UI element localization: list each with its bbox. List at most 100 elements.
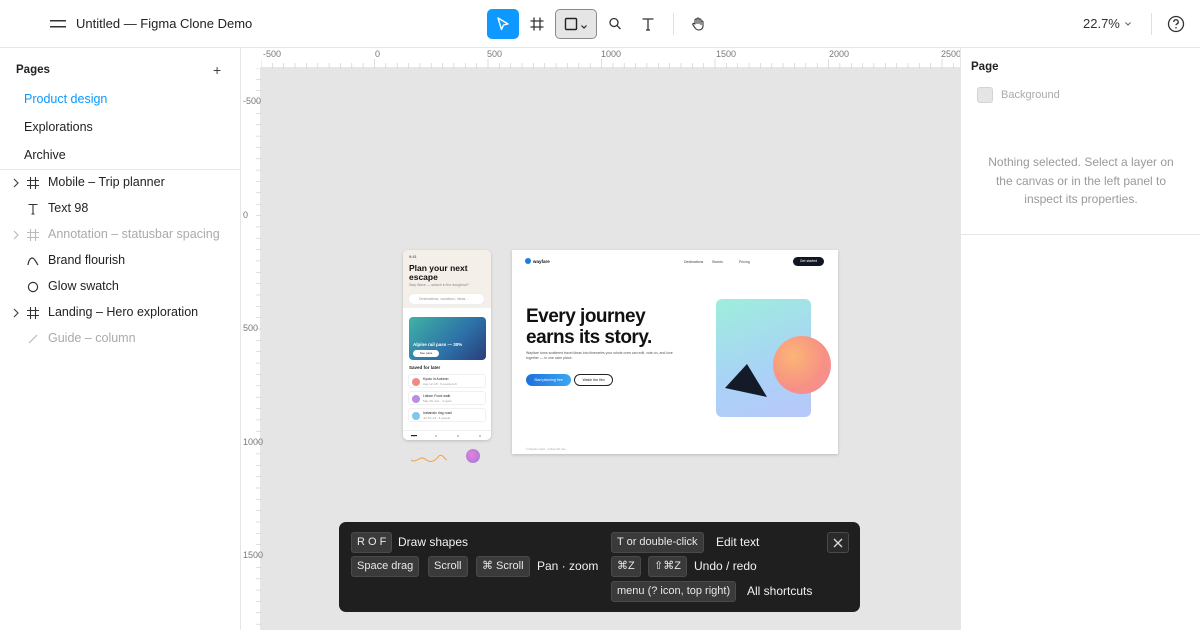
shortcut-label: Edit text (716, 535, 760, 549)
layer-name: Landing – Hero exploration (48, 305, 199, 319)
toolbar-divider (673, 13, 674, 35)
layer-name: Glow swatch (48, 279, 119, 293)
nav-link: Destinations (684, 260, 704, 264)
frame-tool-button[interactable] (521, 9, 553, 39)
rectangle-icon (564, 17, 578, 31)
inspector-panel: Page Background Nothing selected. Select… (960, 48, 1200, 630)
page-item-archive[interactable]: Archive (24, 148, 66, 162)
ruler-label: 500 (243, 323, 259, 333)
row-thumbnail (412, 395, 420, 403)
layer-row[interactable]: Landing – Hero exploration (0, 300, 240, 326)
text-tool-button[interactable] (632, 9, 664, 39)
ellipse-icon (27, 281, 39, 293)
shortcut-label: Pan · zoom (537, 559, 599, 573)
chevron-down-icon (1124, 21, 1131, 26)
kbd-redo: ⇧⌘Z (648, 556, 687, 577)
headline-line: Every journey (526, 306, 646, 327)
row-title: Icelandic ring road (423, 411, 452, 415)
hand-tool-button[interactable] (682, 9, 714, 39)
toolbar-divider (1151, 13, 1152, 35)
layer-row[interactable]: Annotation – statusbar spacing (0, 222, 240, 248)
ruler-label: 500 (487, 49, 503, 59)
ruler-left: -500 0 500 1000 1500 (241, 68, 263, 630)
cursor-arrow-icon (497, 17, 509, 31)
hero-art-triangle (725, 364, 767, 397)
ruler-top: -500 0 500 1000 1500 2000 2500 (261, 48, 960, 68)
shortcut-label: Draw shapes (398, 535, 469, 549)
ruler-corner (241, 48, 261, 68)
shortcut-label: All shortcuts (747, 584, 813, 598)
annotation-label: · · · · · · · · (412, 446, 426, 450)
page-item-product-design[interactable]: Product design (24, 92, 107, 106)
logo-mark (525, 258, 531, 264)
frame-hash-icon (530, 17, 544, 31)
frame-icon (27, 177, 39, 189)
layer-row[interactable]: Mobile – Trip planner (0, 170, 240, 196)
chevron-right-icon[interactable] (11, 229, 21, 241)
hero-art-circle (773, 336, 831, 394)
start-planning-button: Start planning free (526, 374, 571, 386)
layer-name: Guide – column (48, 331, 136, 345)
background-color-swatch[interactable] (977, 87, 993, 103)
ruler-label: 0 (375, 49, 381, 59)
landing-hero-frame[interactable]: wayfare Destinations Stories Pricing Get… (512, 250, 838, 454)
kbd-menu: menu (? icon, top right) (611, 581, 737, 602)
hero-headline: Every journey earns its story. (526, 306, 686, 348)
hand-icon (692, 17, 704, 31)
zoom-level: 22.7% (1083, 16, 1120, 31)
mobile-trip-planner-frame[interactable]: 9:41 Plan your next escape Stay Wave — s… (403, 250, 491, 440)
add-page-button[interactable]: + (213, 62, 221, 78)
hamburger-menu-icon[interactable] (48, 14, 68, 34)
chevron-right-icon[interactable] (11, 307, 21, 319)
top-toolbar: Untitled — Figma Clone Demo 22.7% (0, 0, 1200, 48)
pen-icon (609, 17, 621, 30)
path-icon (27, 257, 39, 266)
document-title[interactable]: Untitled — Figma Clone Demo (76, 16, 252, 31)
row-thumbnail (412, 378, 420, 386)
hero-body: Wayfare turns scattered travel ideas int… (526, 351, 673, 360)
layer-row[interactable]: Brand flourish (0, 248, 240, 274)
chevron-right-icon[interactable] (11, 177, 21, 189)
layer-name: Mobile – Trip planner (48, 175, 165, 189)
shape-tool-button[interactable] (555, 9, 597, 39)
watch-film-button: Watch the film (574, 374, 613, 386)
status-bar-time: 9:41 (409, 254, 417, 259)
chevron-down-icon (581, 25, 587, 29)
move-tool-button[interactable] (487, 9, 519, 39)
layer-row[interactable]: Text 98 (0, 196, 240, 222)
ruler-label: 1000 (601, 49, 622, 59)
ruler-label: 2000 (829, 49, 850, 59)
ruler-label: -500 (263, 49, 282, 59)
layer-name: Annotation – statusbar spacing (48, 227, 220, 241)
zoom-dropdown[interactable]: 22.7% (1083, 16, 1132, 31)
help-icon[interactable] (1167, 15, 1185, 33)
saved-row: Lisbon Food walk May 30–Jun · 4 spots (408, 391, 486, 405)
page-item-explorations[interactable]: Explorations (24, 120, 93, 134)
nav-link: Pricing (739, 260, 750, 264)
row-title: Lisbon Food walk (423, 394, 451, 398)
layer-row[interactable]: Guide – column (0, 326, 240, 352)
row-title: Kyoto in Autumn (423, 377, 449, 381)
saved-row: Icelandic ring road Jul 03–14 · 6 people (408, 408, 486, 422)
text-icon (28, 203, 38, 215)
ruler-label: -500 (243, 96, 262, 106)
layer-name: Text 98 (48, 201, 89, 215)
promo-card-button: See pass (413, 350, 439, 357)
background-label: Background (1001, 89, 1060, 101)
divider (961, 234, 1200, 235)
text-t-icon (642, 18, 654, 31)
brand-flourish-curve[interactable] (410, 451, 448, 465)
layer-row[interactable]: Glow swatch (0, 274, 240, 300)
mobile-subtitle: Stay Wave — search in the doughnut? (409, 283, 469, 287)
row-subtitle: Jul 03–14 · 6 people (423, 416, 451, 420)
frame-icon (27, 229, 39, 241)
ruler-label: 2500 (941, 49, 960, 59)
close-shortcuts-button[interactable] (827, 532, 849, 553)
pen-tool-button[interactable] (599, 9, 631, 39)
ruler-left-ticks (256, 68, 261, 625)
empty-selection-message: Nothing selected. Select a layer on the … (988, 155, 1174, 206)
glow-swatch-ellipse[interactable] (466, 449, 480, 463)
shortcuts-overlay: R O F Draw shapes Space drag Scroll ⌘ Sc… (339, 522, 860, 612)
nav-link: Stories (712, 260, 723, 264)
mobile-tab-bar (403, 430, 491, 440)
